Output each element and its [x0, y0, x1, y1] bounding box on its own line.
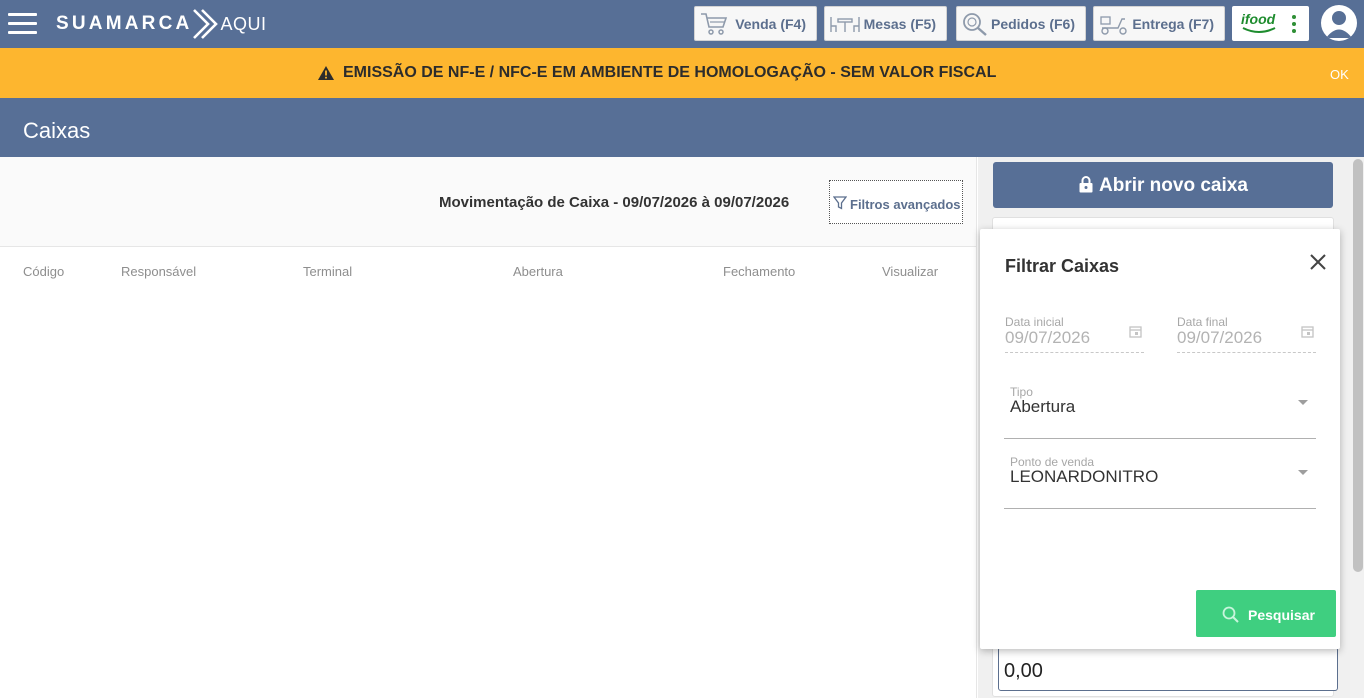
tables-button[interactable]: Mesas (F5) [824, 6, 947, 41]
open-new-cash-label: Abrir novo caixa [1099, 175, 1248, 196]
column-responsible: Responsável [121, 264, 197, 279]
warning-text: EMISSÃO DE NF-E / NFC-E EM AMBIENTE DE H… [343, 64, 997, 81]
orders-button-label: Pedidos (F6) [990, 16, 1075, 32]
chevron-down-icon [1298, 470, 1308, 475]
tables-icon [830, 17, 860, 32]
homologation-warning: EMISSÃO DE NF-E / NFC-E EM AMBIENTE DE H… [0, 48, 1364, 98]
start-date-field[interactable]: Data inicial 09/07/2026 [1005, 315, 1144, 353]
table-header: Código Responsável Terminal Abertura Fec… [0, 264, 976, 284]
brand-logo[interactable]: SUAMARCA AQUI [56, 8, 266, 40]
more-vertical-icon[interactable] [1292, 15, 1296, 36]
amount-value: 0,00 [1004, 660, 1043, 682]
tables-button-label: Mesas (F5) [863, 16, 936, 32]
calendar-icon[interactable] [1301, 325, 1314, 338]
delivery-button-label: Entrega (F7) [1132, 16, 1214, 32]
column-code: Código [23, 264, 65, 279]
open-new-cash-button[interactable]: Abrir novo caixa [993, 162, 1333, 208]
brand-suffix: AQUI [220, 13, 267, 34]
close-icon[interactable] [1307, 251, 1329, 273]
scrollbar-thumb[interactable] [1353, 159, 1363, 572]
warning-message: EMISSÃO DE NF-E / NFC-E EM AMBIENTE DE H… [318, 64, 996, 82]
delivery-button[interactable]: Entrega (F7) [1093, 6, 1225, 41]
search-orders-icon [963, 13, 987, 36]
filter-bar: Movimentação de Caixa - 09/07/2026 à 09/… [0, 157, 976, 247]
chevron-down-icon [1298, 400, 1308, 405]
filter-cash-popup: Filtrar Caixas Data inicial 09/07/2026 D… [980, 229, 1340, 649]
type-select[interactable]: Tipo Abertura [1004, 385, 1316, 439]
pos-value: LEONARDONITRO [1010, 467, 1159, 486]
start-date-label: Data inicial [1005, 315, 1064, 329]
brand-name: SUAMARCA [56, 13, 193, 34]
end-date-value: 09/07/2026 [1177, 328, 1263, 347]
lock-icon [1079, 176, 1093, 193]
sale-button-label: Venda (F4) [735, 16, 806, 32]
page-header: Caixas [0, 98, 1364, 157]
cash-list-panel: Movimentação de Caixa - 09/07/2026 à 09/… [0, 157, 977, 698]
top-bar: SUAMARCA AQUI Venda (F4) Mesas (F5) Pedi… [0, 0, 1364, 48]
amount-input[interactable]: 0,00 [998, 647, 1338, 691]
menu-icon[interactable] [8, 12, 38, 36]
calendar-icon[interactable] [1129, 325, 1142, 338]
orders-button[interactable]: Pedidos (F6) [956, 6, 1086, 41]
advanced-filters-button[interactable]: Filtros avançados [829, 180, 963, 224]
user-icon [1326, 11, 1352, 38]
search-button-label: Pesquisar [1248, 607, 1315, 623]
movement-title: Movimentação de Caixa - 09/07/2026 à 09/… [439, 194, 790, 211]
column-opening: Abertura [513, 264, 563, 279]
warning-dismiss-button[interactable]: OK [1330, 67, 1349, 82]
advanced-filters-label: Filtros avançados [850, 197, 961, 212]
cart-icon [701, 13, 728, 35]
sale-button[interactable]: Venda (F4) [694, 6, 817, 41]
scooter-icon [1100, 16, 1127, 35]
page-scrollbar[interactable] [1350, 157, 1364, 698]
ifood-logo: ifood [1241, 11, 1276, 27]
end-date-label: Data final [1177, 315, 1228, 329]
end-date-field[interactable]: Data final 09/07/2026 [1177, 315, 1316, 353]
column-view: Visualizar [882, 264, 939, 279]
search-button[interactable]: Pesquisar [1196, 590, 1336, 637]
start-date-value: 09/07/2026 [1005, 328, 1091, 347]
filter-icon [833, 196, 847, 210]
page-title: Caixas [23, 118, 91, 143]
warning-icon [318, 66, 334, 80]
type-value: Abertura [1010, 397, 1076, 416]
ifood-button[interactable]: ifood [1232, 6, 1309, 41]
popup-title: Filtrar Caixas [1005, 256, 1120, 276]
brand-chevron-icon [193, 9, 219, 39]
search-icon [1222, 606, 1239, 623]
ifood-swoosh-icon [1242, 27, 1276, 33]
user-avatar[interactable] [1321, 5, 1357, 41]
column-terminal: Terminal [303, 264, 353, 279]
column-closing: Fechamento [723, 264, 796, 279]
pos-select[interactable]: Ponto de venda LEONARDONITRO [1004, 455, 1316, 509]
